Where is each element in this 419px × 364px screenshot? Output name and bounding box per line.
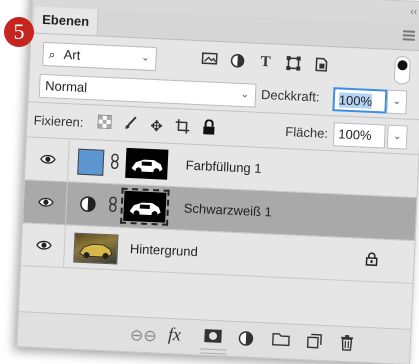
filter-toggle[interactable]	[393, 55, 411, 85]
type-filter-icon[interactable]: T	[256, 54, 275, 71]
eye-icon[interactable]	[38, 194, 55, 211]
filter-kind-select[interactable]: ⌕ Art ⌄	[42, 41, 158, 72]
opacity-input[interactable]: 100%	[332, 87, 388, 114]
folder-icon[interactable]	[271, 332, 290, 352]
black-white-adjustment-icon	[78, 195, 97, 214]
eye-icon[interactable]	[40, 151, 57, 168]
link-chain-icon[interactable]	[109, 153, 120, 172]
background-image-thumbnail	[73, 232, 119, 265]
chevron-down-icon: ⌄	[140, 52, 150, 64]
collapse-icon[interactable]: ‹‹	[410, 7, 417, 18]
panel-menu-icon[interactable]	[402, 30, 416, 43]
resize-grip[interactable]	[200, 348, 227, 355]
pixel-filter-icon[interactable]	[200, 51, 219, 68]
fill-dropdown-button[interactable]: ⌄	[386, 124, 408, 150]
layer-name[interactable]: Farbfüllung 1	[185, 158, 261, 176]
new-adjustment-layer-icon[interactable]	[237, 330, 254, 352]
fill-label: Fläche:	[285, 124, 329, 141]
lock-label: Fixieren:	[33, 112, 84, 130]
search-icon: ⌕	[48, 47, 56, 62]
layers-panel: ‹‹ Ebenen ⌕ Art ⌄ T Normal ⌄ Deckkraft: …	[16, 0, 419, 364]
lock-position-move-icon[interactable]: ✥	[147, 117, 166, 136]
opacity-value: 100%	[338, 92, 373, 109]
lock-pixels-brush-icon[interactable]	[121, 116, 140, 135]
lock-transparency-icon[interactable]	[95, 114, 114, 133]
shape-filter-icon[interactable]	[284, 55, 303, 72]
lock-artboard-icon[interactable]	[173, 118, 192, 139]
layer-mask-thumbnail[interactable]	[120, 187, 170, 226]
link-chain-icon[interactable]	[107, 196, 118, 215]
layer-name[interactable]: Hintergrund	[130, 241, 199, 259]
filter-kind-value: Art	[63, 46, 81, 63]
tab-ebenen[interactable]: Ebenen	[33, 6, 99, 36]
lock-icon[interactable]	[365, 252, 378, 270]
smartobject-filter-icon[interactable]	[312, 56, 331, 73]
layer-list: Farbfüllung 1 Schwarzweiß 1 Hintergrund	[21, 137, 419, 284]
fill-value: 100%	[337, 126, 372, 143]
stage: 5 ‹‹ Ebenen ⌕ Art ⌄ T Normal ⌄ Deckkraft…	[0, 0, 419, 364]
fx-button[interactable]: fx	[168, 324, 182, 346]
chevron-down-icon: ⌄	[240, 88, 250, 101]
opacity-dropdown-button[interactable]: ⌄	[386, 89, 408, 115]
layer-name[interactable]: Schwarzweiß 1	[183, 201, 272, 220]
step-number-badge: 5	[4, 17, 34, 47]
add-mask-icon[interactable]	[204, 329, 223, 349]
new-layer-icon[interactable]	[305, 333, 322, 355]
color-fill-thumbnail	[77, 148, 105, 176]
opacity-label: Deckkraft:	[260, 86, 320, 105]
fill-input[interactable]: 100%	[332, 122, 386, 149]
blend-mode-select[interactable]: Normal ⌄	[38, 73, 257, 108]
adjustment-filter-icon[interactable]	[228, 52, 247, 69]
eye-icon[interactable]	[36, 237, 53, 254]
blend-mode-value: Normal	[44, 78, 88, 95]
panel-footer: ⊖⊖ fx	[17, 311, 411, 364]
link-layers-icon[interactable]: ⊖⊖	[130, 325, 158, 346]
trash-icon[interactable]	[339, 334, 354, 357]
layer-mask-thumbnail[interactable]	[125, 147, 169, 180]
lock-all-icon[interactable]	[199, 119, 218, 139]
